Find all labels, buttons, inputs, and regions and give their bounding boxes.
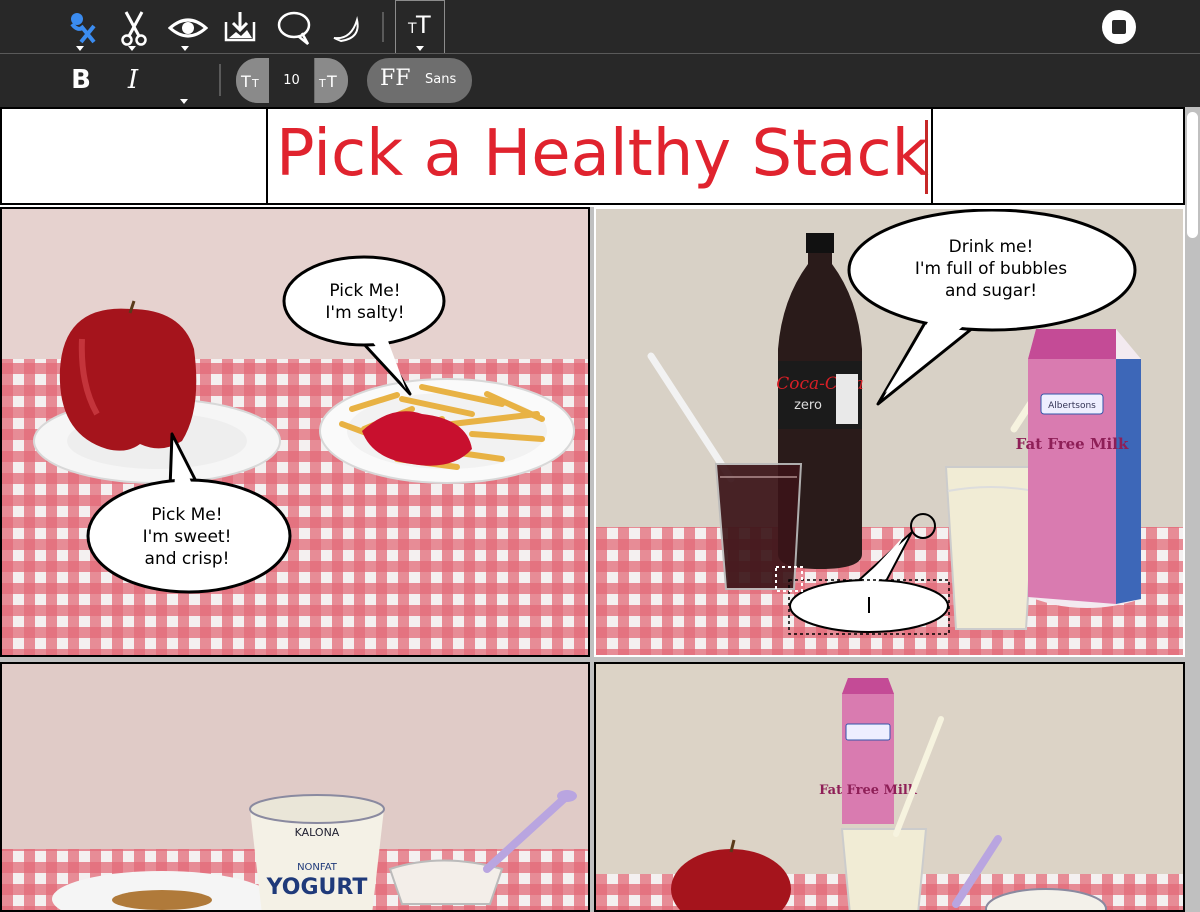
bubble-line: I'm salty! bbox=[325, 303, 405, 323]
bubble-line: Pick Me! bbox=[151, 505, 223, 525]
milk-label-text: Fat Free Milk bbox=[1016, 435, 1129, 453]
milk-brand-text: Albertsons bbox=[1048, 401, 1096, 411]
font-family-icon: FF bbox=[380, 66, 411, 91]
title-row: Pick a Healthy Stack bbox=[0, 107, 1185, 207]
increase-font-size-button[interactable]: TT bbox=[315, 58, 348, 103]
comic-panel-2[interactable]: Coca-Cola zero Albertsons Fat Free Milk … bbox=[594, 207, 1185, 657]
edit-menu-caret[interactable] bbox=[128, 46, 136, 51]
text-menu-caret bbox=[416, 46, 424, 51]
title-right-box[interactable] bbox=[931, 107, 1185, 205]
svg-text:T: T bbox=[326, 72, 337, 91]
svg-text:T: T bbox=[318, 77, 326, 90]
text-cursor bbox=[925, 120, 928, 194]
speech-bubble-icon[interactable] bbox=[270, 4, 314, 48]
activity-icon[interactable] bbox=[58, 4, 102, 48]
download-icon[interactable] bbox=[217, 4, 261, 48]
speech-bubble-drink[interactable]: Drink me! I'm full of bubbles and sugar! bbox=[891, 236, 1091, 302]
coke-zero-text: zero bbox=[794, 398, 822, 413]
bubble-line: Drink me! bbox=[948, 237, 1034, 257]
bubble-line: I'm sweet! bbox=[142, 527, 232, 547]
scissors-icon[interactable] bbox=[111, 4, 155, 48]
activity-menu-caret[interactable] bbox=[76, 46, 84, 51]
svg-text:T: T bbox=[415, 11, 431, 39]
text-toolbar-tab[interactable]: T T bbox=[395, 0, 445, 53]
format-menu-caret[interactable] bbox=[180, 99, 188, 104]
title-box[interactable]: Pick a Healthy Stack bbox=[266, 107, 933, 205]
title-left-box[interactable] bbox=[0, 107, 268, 205]
stop-icon[interactable] bbox=[1102, 10, 1136, 44]
svg-text:T: T bbox=[251, 77, 259, 90]
font-family-name: Sans bbox=[425, 72, 457, 87]
page-title[interactable]: Pick a Healthy Stack bbox=[276, 117, 929, 191]
scrollbar-thumb[interactable] bbox=[1187, 112, 1198, 238]
main-toolbar: T T bbox=[0, 0, 1200, 54]
bubble-line: I'm full of bubbles bbox=[914, 259, 1068, 279]
bold-button[interactable]: B bbox=[66, 62, 96, 98]
comic-panel-4[interactable]: Fat Free Milk bbox=[594, 662, 1185, 912]
decrease-font-size-button[interactable]: TT bbox=[236, 58, 269, 103]
view-menu-caret[interactable] bbox=[181, 46, 189, 51]
yogurt-type-text: NONFAT bbox=[297, 862, 338, 873]
panel-1-photo bbox=[2, 209, 588, 655]
milk-label-text-2: Fat Free Milk bbox=[819, 783, 918, 798]
speech-bubble-sweet[interactable]: Pick Me! I'm sweet! and crisp! bbox=[112, 504, 262, 570]
text-size-icon: T T bbox=[407, 11, 431, 39]
panel-3-photo: KALONA NONFAT YOGURT bbox=[2, 664, 588, 910]
comic-panel-1[interactable]: Pick Me! I'm salty! Pick Me! I'm sweet! … bbox=[0, 207, 590, 657]
bubble-line: and sugar! bbox=[944, 281, 1038, 301]
eye-icon[interactable] bbox=[162, 4, 208, 48]
bubble-line: and crisp! bbox=[144, 549, 230, 569]
moon-icon[interactable] bbox=[325, 4, 369, 48]
yogurt-brand-text: KALONA bbox=[295, 826, 340, 839]
italic-button[interactable]: I bbox=[118, 62, 148, 98]
speech-bubble-salty[interactable]: Pick Me! I'm salty! bbox=[302, 280, 428, 324]
font-size-value[interactable]: 10 bbox=[269, 58, 314, 103]
toolbar-separator bbox=[219, 64, 221, 96]
yogurt-label-text: YOGURT bbox=[266, 875, 368, 900]
panel-4-photo: Fat Free Milk bbox=[596, 664, 1183, 910]
toolbar-separator bbox=[382, 12, 384, 42]
comic-panel-3[interactable]: KALONA NONFAT YOGURT bbox=[0, 662, 590, 912]
bubble-line: Pick Me! bbox=[329, 281, 401, 301]
svg-text:T: T bbox=[240, 72, 251, 91]
